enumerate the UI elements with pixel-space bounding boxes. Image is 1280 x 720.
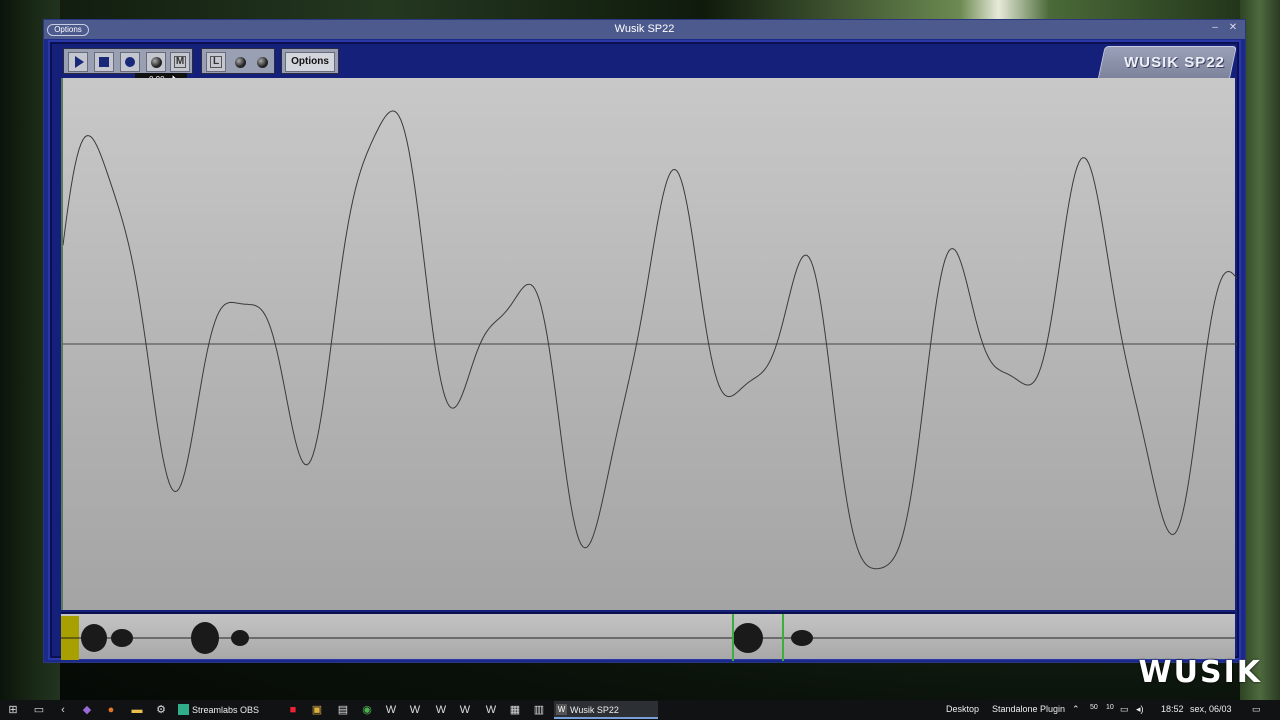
taskbar: ⊞ ▭ ‹ ◆ ● ▬ ⚙ Streamlabs OBS ■ ▣ ▤ ◉ W W… [0,700,1280,720]
settings-icon[interactable]: ⚙ [154,703,168,717]
folder-icon[interactable]: ▬ [130,703,144,717]
clock-time[interactable]: 18:52 [1161,704,1184,714]
window-title: Wusik SP22 [614,23,675,35]
overview-burst [791,630,813,646]
stop-icon [99,57,109,67]
app-icon[interactable]: ▦ [508,703,522,717]
options-group: Options [281,48,339,74]
waveform-editor[interactable] [61,78,1237,610]
filezilla-icon[interactable]: ■ [286,703,300,717]
tray-standalone[interactable]: Standalone Plugin [992,704,1065,714]
desktop-background-right [1240,0,1280,700]
app-icon[interactable]: ▤ [336,703,350,717]
gain-knob[interactable] [146,52,166,72]
play-button[interactable] [68,52,88,72]
m-label: M [174,56,186,68]
app-window: Options Wusik SP22 – ✕ M L Options 0.00 [43,19,1246,663]
task-label: Streamlabs OBS [192,705,260,715]
overview-burst [231,630,249,646]
plugin-frame: M L Options 0.00 WUSIK SP22 [48,40,1241,661]
options-button[interactable]: Options [285,52,335,72]
task-view-icon[interactable]: ▭ [32,703,46,717]
overview-burst [191,622,219,654]
visual-studio-icon[interactable]: ◆ [80,703,94,717]
tray-num2: 10 [1106,704,1114,711]
wusik-icon[interactable]: W [484,703,498,717]
chrome-icon[interactable]: ◉ [360,703,374,717]
knob-icon [150,56,162,68]
play-icon [74,56,84,68]
overview-burst [733,623,763,653]
record-icon [125,57,135,67]
wusik-icon[interactable]: W [458,703,472,717]
wusik-icon[interactable]: W [384,703,398,717]
transport-group: M [63,48,193,74]
title-bar[interactable]: Options Wusik SP22 – ✕ [44,20,1245,39]
app-icon[interactable]: ▣ [310,703,324,717]
knob-icon [234,56,246,68]
record-button[interactable] [120,52,140,72]
tray-desktop[interactable]: Desktop [946,704,979,714]
wusik-watermark: WUSIK [1138,655,1262,690]
chevron-up-icon[interactable]: ⌃ [1072,704,1080,715]
minimize-icon[interactable]: – [1207,21,1223,35]
clock-date[interactable]: sex, 06/03 [1190,704,1232,714]
pan-knob[interactable] [252,52,272,72]
task-streamlabs[interactable]: Streamlabs OBS [176,701,276,719]
task-label: Wusik SP22 [570,705,619,715]
l-label: L [210,56,222,68]
knob-icon [256,56,268,68]
overview-burst [81,624,107,652]
stop-button[interactable] [94,52,114,72]
back-icon[interactable]: ‹ [56,703,70,717]
volume-icon[interactable]: ◂) [1136,704,1144,715]
volume-knob[interactable] [230,52,250,72]
task-wusik-sp22[interactable]: W Wusik SP22 [554,701,658,719]
tray-num1: 50 [1090,704,1098,711]
network-icon[interactable]: ▭ [1120,704,1129,715]
wusik-icon[interactable]: W [434,703,448,717]
streamlabs-icon [178,704,189,715]
waveform-display[interactable] [63,78,1237,610]
app-icon[interactable]: ▥ [532,703,546,717]
monitor-button[interactable]: M [170,52,190,72]
waveform-overview[interactable] [61,612,1235,661]
overview-burst [111,629,133,647]
wusik-icon: W [556,704,567,715]
overview-display[interactable] [61,614,1235,661]
wusik-icon[interactable]: W [408,703,422,717]
firefox-icon[interactable]: ● [104,703,118,717]
wusik-logo: WUSIK SP22 [1124,54,1225,71]
start-icon[interactable]: ⊞ [6,703,20,717]
notifications-icon[interactable]: ▭ [1252,704,1261,715]
close-icon[interactable]: ✕ [1225,21,1241,35]
loop-group: L [201,48,275,74]
waveform-line [63,110,1237,570]
loop-button[interactable]: L [206,52,226,72]
